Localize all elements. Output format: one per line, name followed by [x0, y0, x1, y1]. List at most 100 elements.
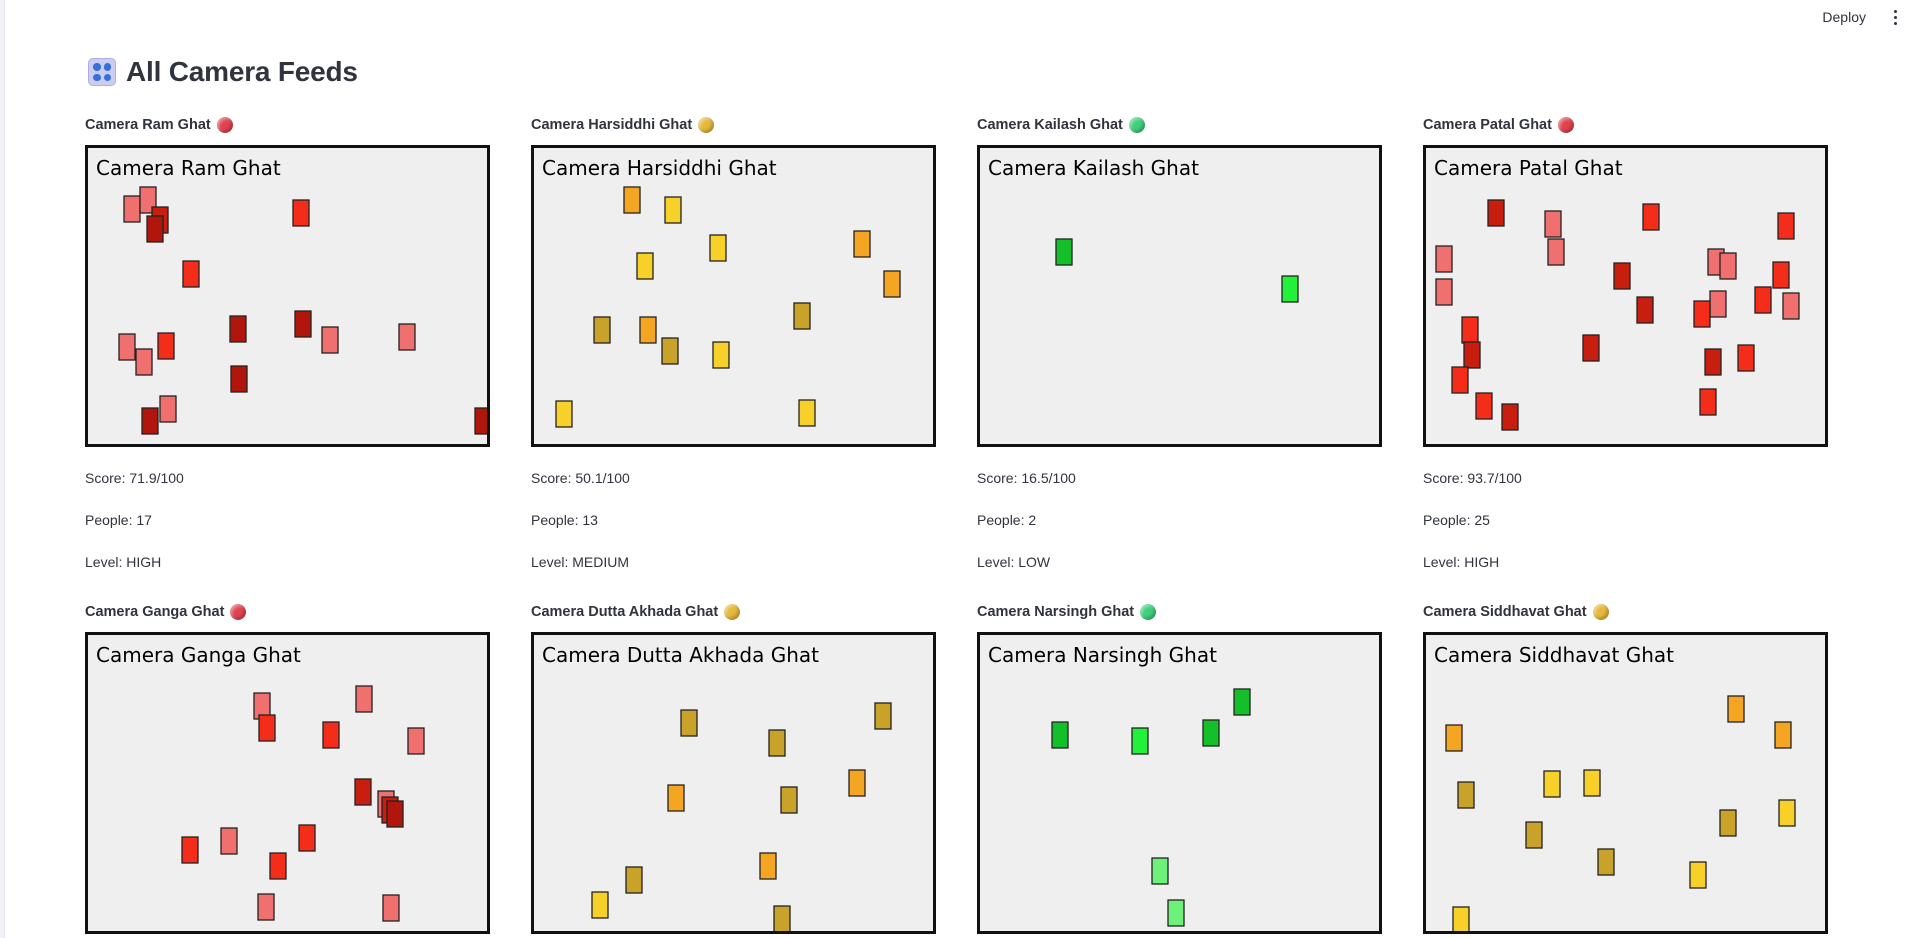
- person-marker: [1582, 334, 1600, 362]
- camera-grid-icon: [88, 58, 116, 86]
- person-marker: [1167, 899, 1185, 927]
- person-marker: [883, 270, 901, 298]
- person-marker: [322, 721, 340, 749]
- camera-caption: Camera Dutta Akhada Ghat: [531, 602, 936, 622]
- status-dot-icon: [1128, 117, 1145, 133]
- person-marker: [1451, 366, 1469, 394]
- person-marker: [269, 852, 287, 880]
- person-marker: [1737, 344, 1755, 372]
- status-dot-icon: [724, 604, 741, 620]
- camera-feed-frame: Camera Kailash Ghat: [977, 145, 1382, 447]
- sidebar-collapsed-edge[interactable]: [0, 0, 5, 938]
- person-marker: [1727, 695, 1745, 723]
- person-marker: [591, 891, 609, 919]
- person-marker: [798, 399, 816, 427]
- person-marker: [1689, 861, 1707, 889]
- person-marker: [1487, 199, 1505, 227]
- person-marker: [1754, 286, 1772, 314]
- page-title: All Camera Feeds: [126, 56, 358, 87]
- detections-layer: [1435, 199, 1800, 431]
- camera-caption: Camera Patal Ghat: [1423, 115, 1828, 135]
- person-marker: [680, 709, 698, 737]
- person-marker: [407, 727, 425, 755]
- person-marker: [294, 310, 312, 338]
- person-marker: [1719, 809, 1737, 837]
- person-marker: [1281, 275, 1299, 303]
- person-marker: [759, 852, 777, 880]
- person-marker: [1636, 296, 1654, 324]
- camera-stats: Score: 93.7/100 People: 25 Level: HIGH: [1423, 468, 1522, 594]
- detections-layer: [1051, 688, 1251, 927]
- person-marker: [1547, 238, 1565, 266]
- camera-card: Camera Kailash Ghat Camera Kailash Ghat Sc…: [977, 115, 1382, 595]
- detections-layer: [181, 685, 425, 922]
- camera-card: Camera Ganga Ghat Camera Ganga Ghat: [85, 602, 490, 938]
- camera-caption: Camera Kailash Ghat: [977, 115, 1382, 135]
- person-marker: [141, 407, 159, 435]
- score-text: Score: 93.7/100: [1423, 470, 1522, 486]
- person-marker: [1452, 906, 1470, 931]
- person-marker: [1719, 252, 1737, 280]
- person-marker: [1544, 210, 1562, 238]
- person-marker: [1782, 292, 1800, 320]
- person-marker: [1525, 821, 1543, 849]
- person-marker: [1774, 721, 1792, 749]
- deploy-button[interactable]: Deploy: [1814, 5, 1874, 29]
- person-marker: [593, 316, 611, 344]
- person-marker: [768, 729, 786, 757]
- person-marker: [623, 186, 641, 214]
- status-dot-icon: [698, 117, 715, 133]
- person-marker: [1501, 403, 1519, 431]
- app-root: Deploy All Camera Feeds Camera Ram Ghat C…: [0, 0, 1910, 938]
- detections-layer: [118, 186, 487, 435]
- person-marker: [181, 836, 199, 864]
- person-marker: [1445, 724, 1463, 752]
- person-marker: [159, 395, 177, 423]
- person-marker: [1583, 769, 1601, 797]
- camera-caption: Camera Harsiddhi Ghat: [531, 115, 936, 135]
- main-menu-icon[interactable]: [1888, 9, 1902, 25]
- person-marker: [230, 365, 248, 393]
- camera-card: Camera Siddhavat Ghat Camera Siddhavat Gh…: [1423, 602, 1828, 938]
- detections-layer: [555, 186, 901, 428]
- person-marker: [1435, 278, 1453, 306]
- person-marker: [1543, 770, 1561, 798]
- camera-feed-frame: Camera Ram Ghat: [85, 145, 490, 447]
- person-marker: [157, 332, 175, 360]
- camera-card: Camera Dutta Akhada Ghat Camera Dutta Akh…: [531, 602, 936, 938]
- person-marker: [1151, 857, 1169, 885]
- person-marker: [1777, 212, 1795, 240]
- camera-feed-frame: Camera Harsiddhi Ghat: [531, 145, 936, 447]
- detections-layer: [591, 702, 892, 931]
- person-marker: [848, 769, 866, 797]
- camera-name: Camera Kailash Ghat: [977, 117, 1123, 133]
- person-marker: [1461, 316, 1479, 344]
- person-marker: [386, 800, 404, 828]
- camera-feed-frame: Camera Ganga Ghat: [85, 632, 490, 934]
- camera-card: Camera Patal Ghat Camera Patal Ghat Score:…: [1423, 115, 1828, 595]
- camera-name: Camera Dutta Akhada Ghat: [531, 604, 719, 620]
- person-marker: [793, 302, 811, 330]
- camera-name: Camera Narsingh Ghat: [977, 604, 1135, 620]
- person-marker: [1233, 688, 1251, 716]
- status-dot-icon: [1557, 117, 1574, 133]
- camera-feed-frame: Camera Narsingh Ghat: [977, 632, 1382, 934]
- camera-name: Camera Siddhavat Ghat: [1423, 604, 1587, 620]
- person-marker: [1055, 238, 1073, 266]
- person-marker: [1202, 719, 1220, 747]
- person-marker: [1693, 300, 1711, 328]
- people-count-text: People: 13: [531, 512, 598, 528]
- person-marker: [667, 784, 685, 812]
- camera-name: Camera Patal Ghat: [1423, 117, 1552, 133]
- person-marker: [712, 341, 730, 369]
- camera-caption: Camera Siddhavat Ghat: [1423, 602, 1828, 622]
- person-marker: [1709, 290, 1727, 318]
- person-marker: [636, 252, 654, 280]
- person-marker: [398, 323, 416, 351]
- camera-card: Camera Narsingh Ghat Camera Narsingh Ghat: [977, 602, 1382, 938]
- person-marker: [1475, 392, 1493, 420]
- status-dot-icon: [230, 604, 247, 620]
- person-marker: [1435, 245, 1453, 273]
- person-marker: [625, 866, 643, 894]
- camera-caption: Camera Narsingh Ghat: [977, 602, 1382, 622]
